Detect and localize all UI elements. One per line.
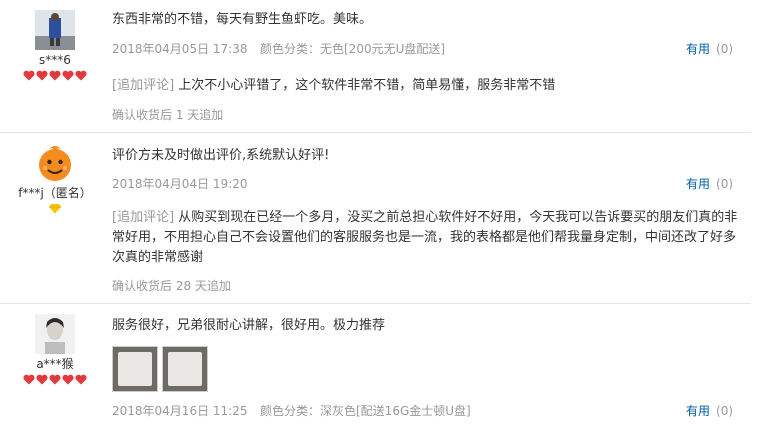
addition-review: [追加评论] 从购买到现在已经一个多月，没买之前总担心软件好不好用，今天我可以告… [112,208,742,268]
addition-tag: [追加评论] [112,210,175,225]
avatar[interactable] [35,143,75,183]
review-item: a***猴 服务很好，兄弟很耐心讲解，很好用。极力推荐 2018年04月16日 … [0,0,760,418]
member-level-badge [0,203,110,215]
heart-icon [49,374,61,385]
helpful-count: (0) [716,42,734,56]
username: f***j（匿名） [18,186,92,200]
helpful-count: (0) [716,404,734,418]
review-meta: 2018年04月05日 17:38 颜色分类： 无色[200元无U盘配送] [112,40,742,58]
review-meta: 2018年04月04日 19:20 [112,175,742,193]
heart-icon [62,374,74,385]
sku-label: 颜色分类： [260,404,321,418]
diamond-icon [49,203,61,214]
review-date: 2018年04月16日 11:25 [112,404,248,418]
avatar[interactable] [35,314,75,354]
addition-time: 确认收货后 28 天追加 [112,279,231,293]
addition-tag: [追加评论] [112,78,175,93]
sku-label: 颜色分类： [260,42,321,56]
divider [0,132,751,133]
member-level-hearts [0,374,110,386]
review-text: 评价方未及时做出评价,系统默认好评! [112,148,330,163]
divider [0,303,751,304]
addition-review: [追加评论] 上次不小心评错了，这个软件非常不错，简单易懂，服务非常不错 [112,76,742,96]
sku-value: 深灰色[配送16G金士顿U盘] [320,404,471,418]
helpful-control: 有用 (0) [686,402,746,420]
heart-icon [75,70,87,81]
review-photos [112,346,212,395]
review-date: 2018年04月04日 19:20 [112,177,248,191]
reviewer-info: s***6 [0,10,110,82]
username: a***猴 [36,357,74,371]
heart-icon [36,70,48,81]
heart-icon [49,70,61,81]
username: s***6 [39,53,71,67]
heart-icon [23,374,35,385]
helpful-control: 有用 (0) [686,40,746,58]
heart-icon [23,70,35,81]
helpful-button[interactable]: 有用 [686,404,710,418]
review-photo-thumbnail[interactable] [162,346,208,392]
review-text: 服务很好，兄弟很耐心讲解，很好用。极力推荐 [112,318,386,333]
helpful-count: (0) [716,177,734,191]
heart-icon [36,374,48,385]
review-date: 2018年04月05日 17:38 [112,42,248,56]
addition-text: 从购买到现在已经一个多月，没买之前总担心软件好不好用，今天我可以告诉要买的朋友们… [112,210,738,265]
sku-value: 无色[200元无U盘配送] [320,42,446,56]
addition-time: 确认收货后 1 天追加 [112,108,224,122]
member-level-hearts [0,70,110,82]
review-meta: 2018年04月16日 11:25 颜色分类： 深灰色[配送16G金士顿U盘] [112,402,742,420]
addition-text: 上次不小心评错了，这个软件非常不错，简单易懂，服务非常不错 [178,78,556,93]
review-photo-thumbnail[interactable] [112,346,158,392]
helpful-control: 有用 (0) [686,175,746,193]
reviewer-info: f***j（匿名） [0,143,110,215]
reviewer-info: a***猴 [0,314,110,386]
helpful-button[interactable]: 有用 [686,177,710,191]
helpful-button[interactable]: 有用 [686,42,710,56]
heart-icon [75,374,87,385]
heart-icon [62,70,74,81]
